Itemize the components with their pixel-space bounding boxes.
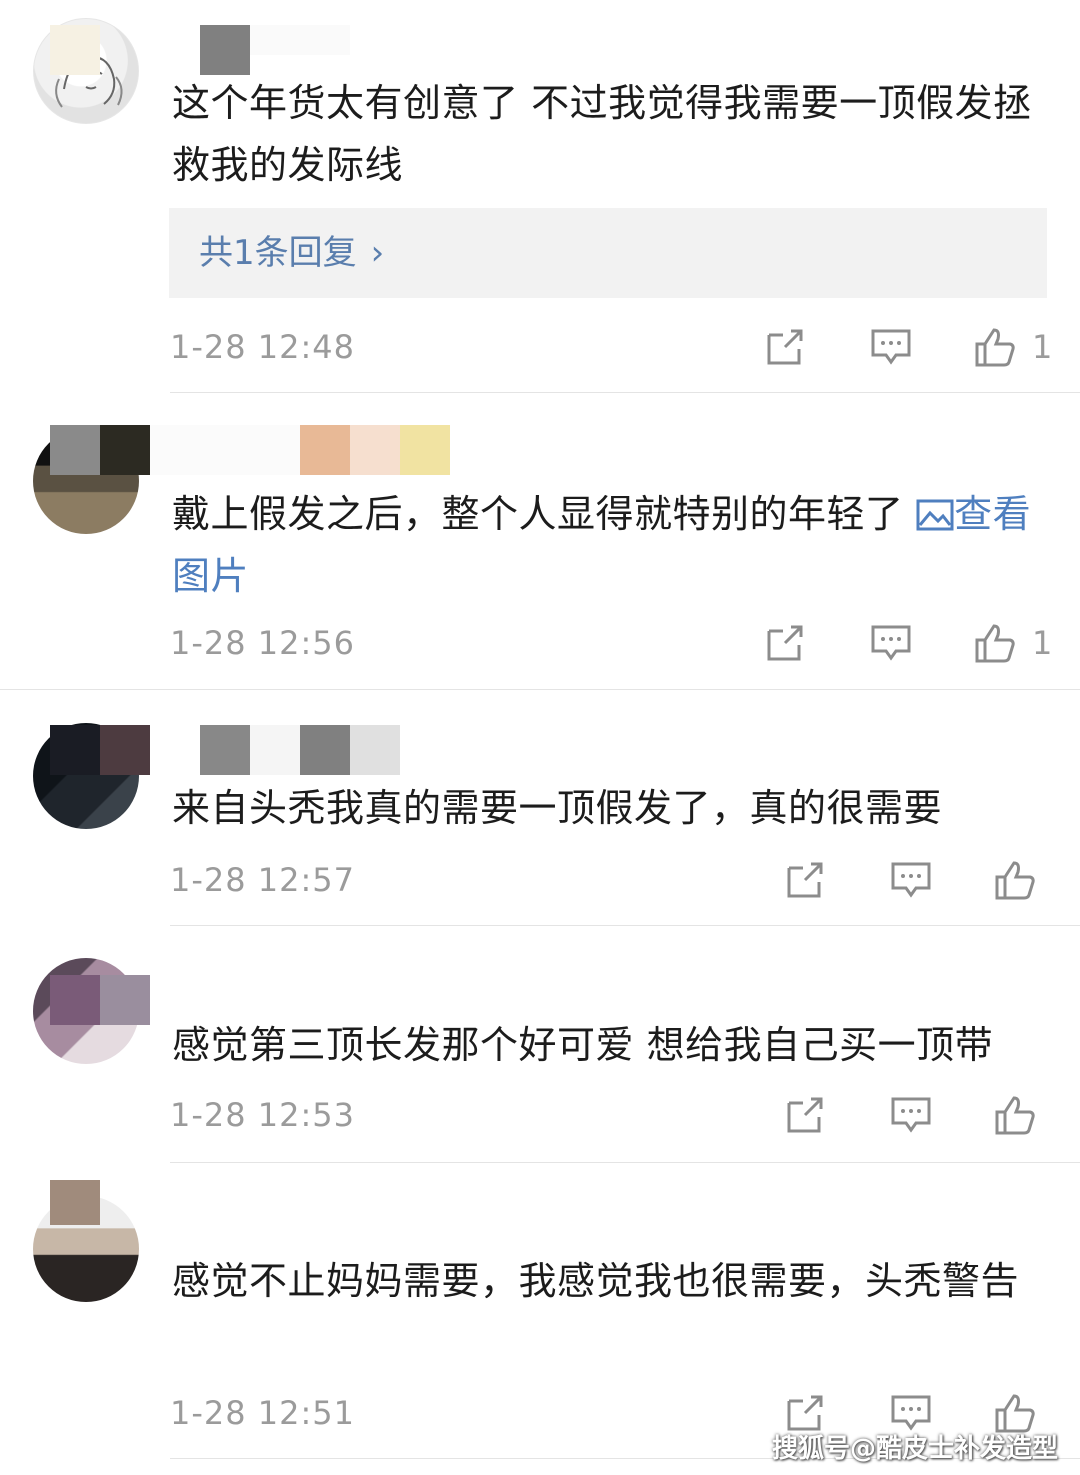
reply-summary-link[interactable]: 共1条回复 › — [199, 208, 384, 298]
comment-time: 1-28 12:48 — [170, 328, 356, 366]
comment-text: 来自头秃我真的需要一顶假发了，真的很需要 — [172, 786, 943, 830]
share-icon[interactable] — [785, 1393, 827, 1433]
comment-icon[interactable] — [870, 623, 912, 663]
share-icon[interactable] — [765, 327, 807, 367]
comment-text: 感觉第三顶长发那个好可爱 想给我自己买一顶带 — [172, 1023, 994, 1067]
thumbs-up-icon[interactable] — [994, 1095, 1036, 1135]
comment-time: 1-28 12:56 — [170, 624, 356, 662]
comment-icon[interactable] — [870, 327, 912, 367]
comment-text: 感觉不止妈妈需要，我感觉我也很需要，头秃警告 — [172, 1259, 1020, 1303]
thumbs-up-icon[interactable] — [994, 860, 1036, 900]
thumbs-up-icon[interactable] — [974, 623, 1016, 663]
like-count: 1 — [1032, 624, 1053, 662]
comment-text-body: 戴上假发之后，整个人显得就特别的年轻了 — [172, 492, 917, 536]
comment-icon[interactable] — [890, 1393, 932, 1433]
chevron-right-icon: › — [370, 233, 385, 273]
share-icon[interactable] — [785, 1095, 827, 1135]
divider — [170, 1162, 1080, 1163]
comment-icon[interactable] — [890, 1095, 932, 1135]
divider — [170, 925, 1080, 926]
picture-icon — [916, 499, 954, 531]
comment-text: 戴上假发之后，整个人显得就特别的年轻了 查看图片 — [172, 483, 1052, 607]
comment-meta: 1-28 12:57 — [0, 855, 1080, 905]
watermark: 搜狐号@酷皮士补发造型 — [771, 1434, 1058, 1464]
thumbs-up-icon[interactable] — [974, 327, 1016, 367]
like-count: 1 — [1032, 328, 1053, 366]
comment-meta: 1-28 12:56 1 — [0, 618, 1080, 668]
comment-time: 1-28 12:53 — [170, 1096, 356, 1134]
divider — [170, 392, 1080, 393]
divider — [0, 689, 1080, 690]
comment-time: 1-28 12:51 — [170, 1394, 356, 1432]
comment-text: 这个年货太有创意了 不过我觉得我需要一顶假发拯救我的发际线 — [172, 81, 1032, 187]
comment-time: 1-28 12:57 — [170, 861, 356, 899]
comment-icon[interactable] — [890, 860, 932, 900]
reply-summary-label: 共1条回复 — [199, 233, 357, 273]
reply-summary-box[interactable]: 共1条回复 › — [169, 208, 1047, 298]
comment-meta: 1-28 12:48 1 — [0, 322, 1080, 372]
share-icon[interactable] — [785, 860, 827, 900]
share-icon[interactable] — [765, 623, 807, 663]
comment-meta: 1-28 12:53 — [0, 1090, 1080, 1140]
thumbs-up-icon[interactable] — [994, 1393, 1036, 1433]
